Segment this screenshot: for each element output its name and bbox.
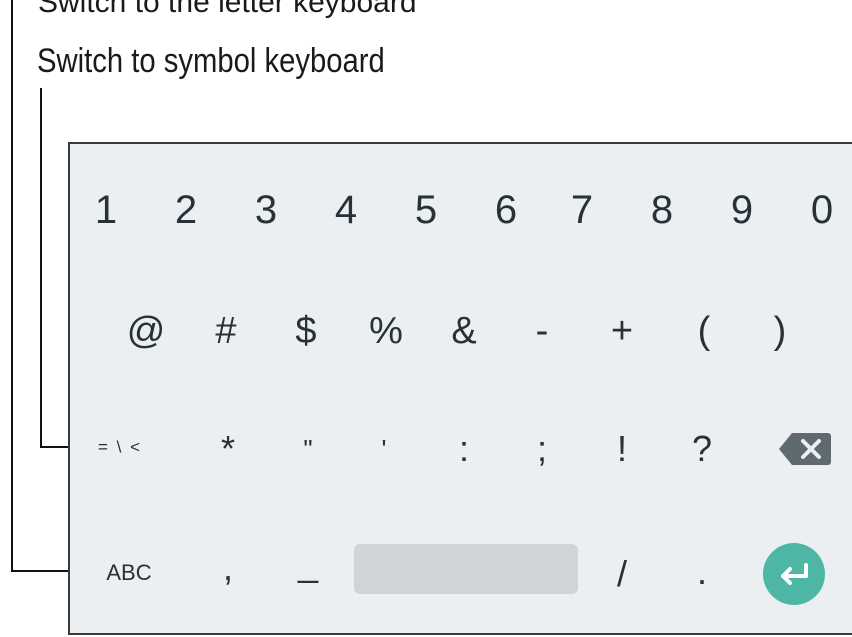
space-bar[interactable] xyxy=(354,544,578,594)
callout-line-symbol-vertical xyxy=(40,88,42,447)
key-6[interactable]: 6 xyxy=(495,190,517,230)
caption-symbol-keyboard: Switch to symbol keyboard xyxy=(37,42,385,80)
key-comma[interactable]: , xyxy=(223,550,233,586)
key-asterisk[interactable]: * xyxy=(221,431,235,467)
key-plus[interactable]: + xyxy=(611,312,633,350)
key-underscore[interactable]: _ xyxy=(298,546,318,582)
abc-key[interactable]: ABC xyxy=(106,562,151,584)
key-9[interactable]: 9 xyxy=(731,190,753,230)
key-1[interactable]: 1 xyxy=(95,190,117,230)
enter-arrow-icon xyxy=(781,563,808,585)
key-open-paren[interactable]: ( xyxy=(698,312,711,350)
key-colon[interactable]: : xyxy=(459,431,469,467)
key-8[interactable]: 8 xyxy=(651,190,673,230)
key-0[interactable]: 0 xyxy=(811,190,833,230)
key-question[interactable]: ? xyxy=(692,431,712,467)
key-double-quote[interactable]: " xyxy=(303,436,312,462)
backspace-icon xyxy=(779,433,831,465)
key-semicolon[interactable]: ; xyxy=(537,431,547,467)
key-3[interactable]: 3 xyxy=(255,190,277,230)
key-ampersand[interactable]: & xyxy=(451,312,476,350)
key-hash[interactable]: # xyxy=(215,312,236,350)
enter-key[interactable] xyxy=(763,543,825,605)
key-slash[interactable]: / xyxy=(617,556,627,592)
key-period[interactable]: . xyxy=(697,554,707,590)
key-2[interactable]: 2 xyxy=(175,190,197,230)
symbol-keyboard-switch-key[interactable]: = \ < xyxy=(98,439,142,456)
key-percent[interactable]: % xyxy=(369,312,403,350)
key-close-paren[interactable]: ) xyxy=(774,312,787,350)
key-5[interactable]: 5 xyxy=(415,190,437,230)
key-minus[interactable]: - xyxy=(536,312,549,350)
callout-line-abc-vertical xyxy=(11,0,13,571)
key-single-quote[interactable]: ' xyxy=(382,436,387,462)
key-4[interactable]: 4 xyxy=(335,190,357,230)
top-caption-clipped: Switch to the letter keyboard xyxy=(38,0,417,19)
key-at[interactable]: @ xyxy=(127,312,166,350)
backspace-key[interactable] xyxy=(778,432,832,466)
symbol-keyboard: 1 2 3 4 5 6 7 8 9 0 @ # $ % & - + ( ) = … xyxy=(68,142,852,635)
key-dollar[interactable]: $ xyxy=(295,312,316,350)
key-7[interactable]: 7 xyxy=(571,190,593,230)
key-exclamation[interactable]: ! xyxy=(617,431,627,467)
